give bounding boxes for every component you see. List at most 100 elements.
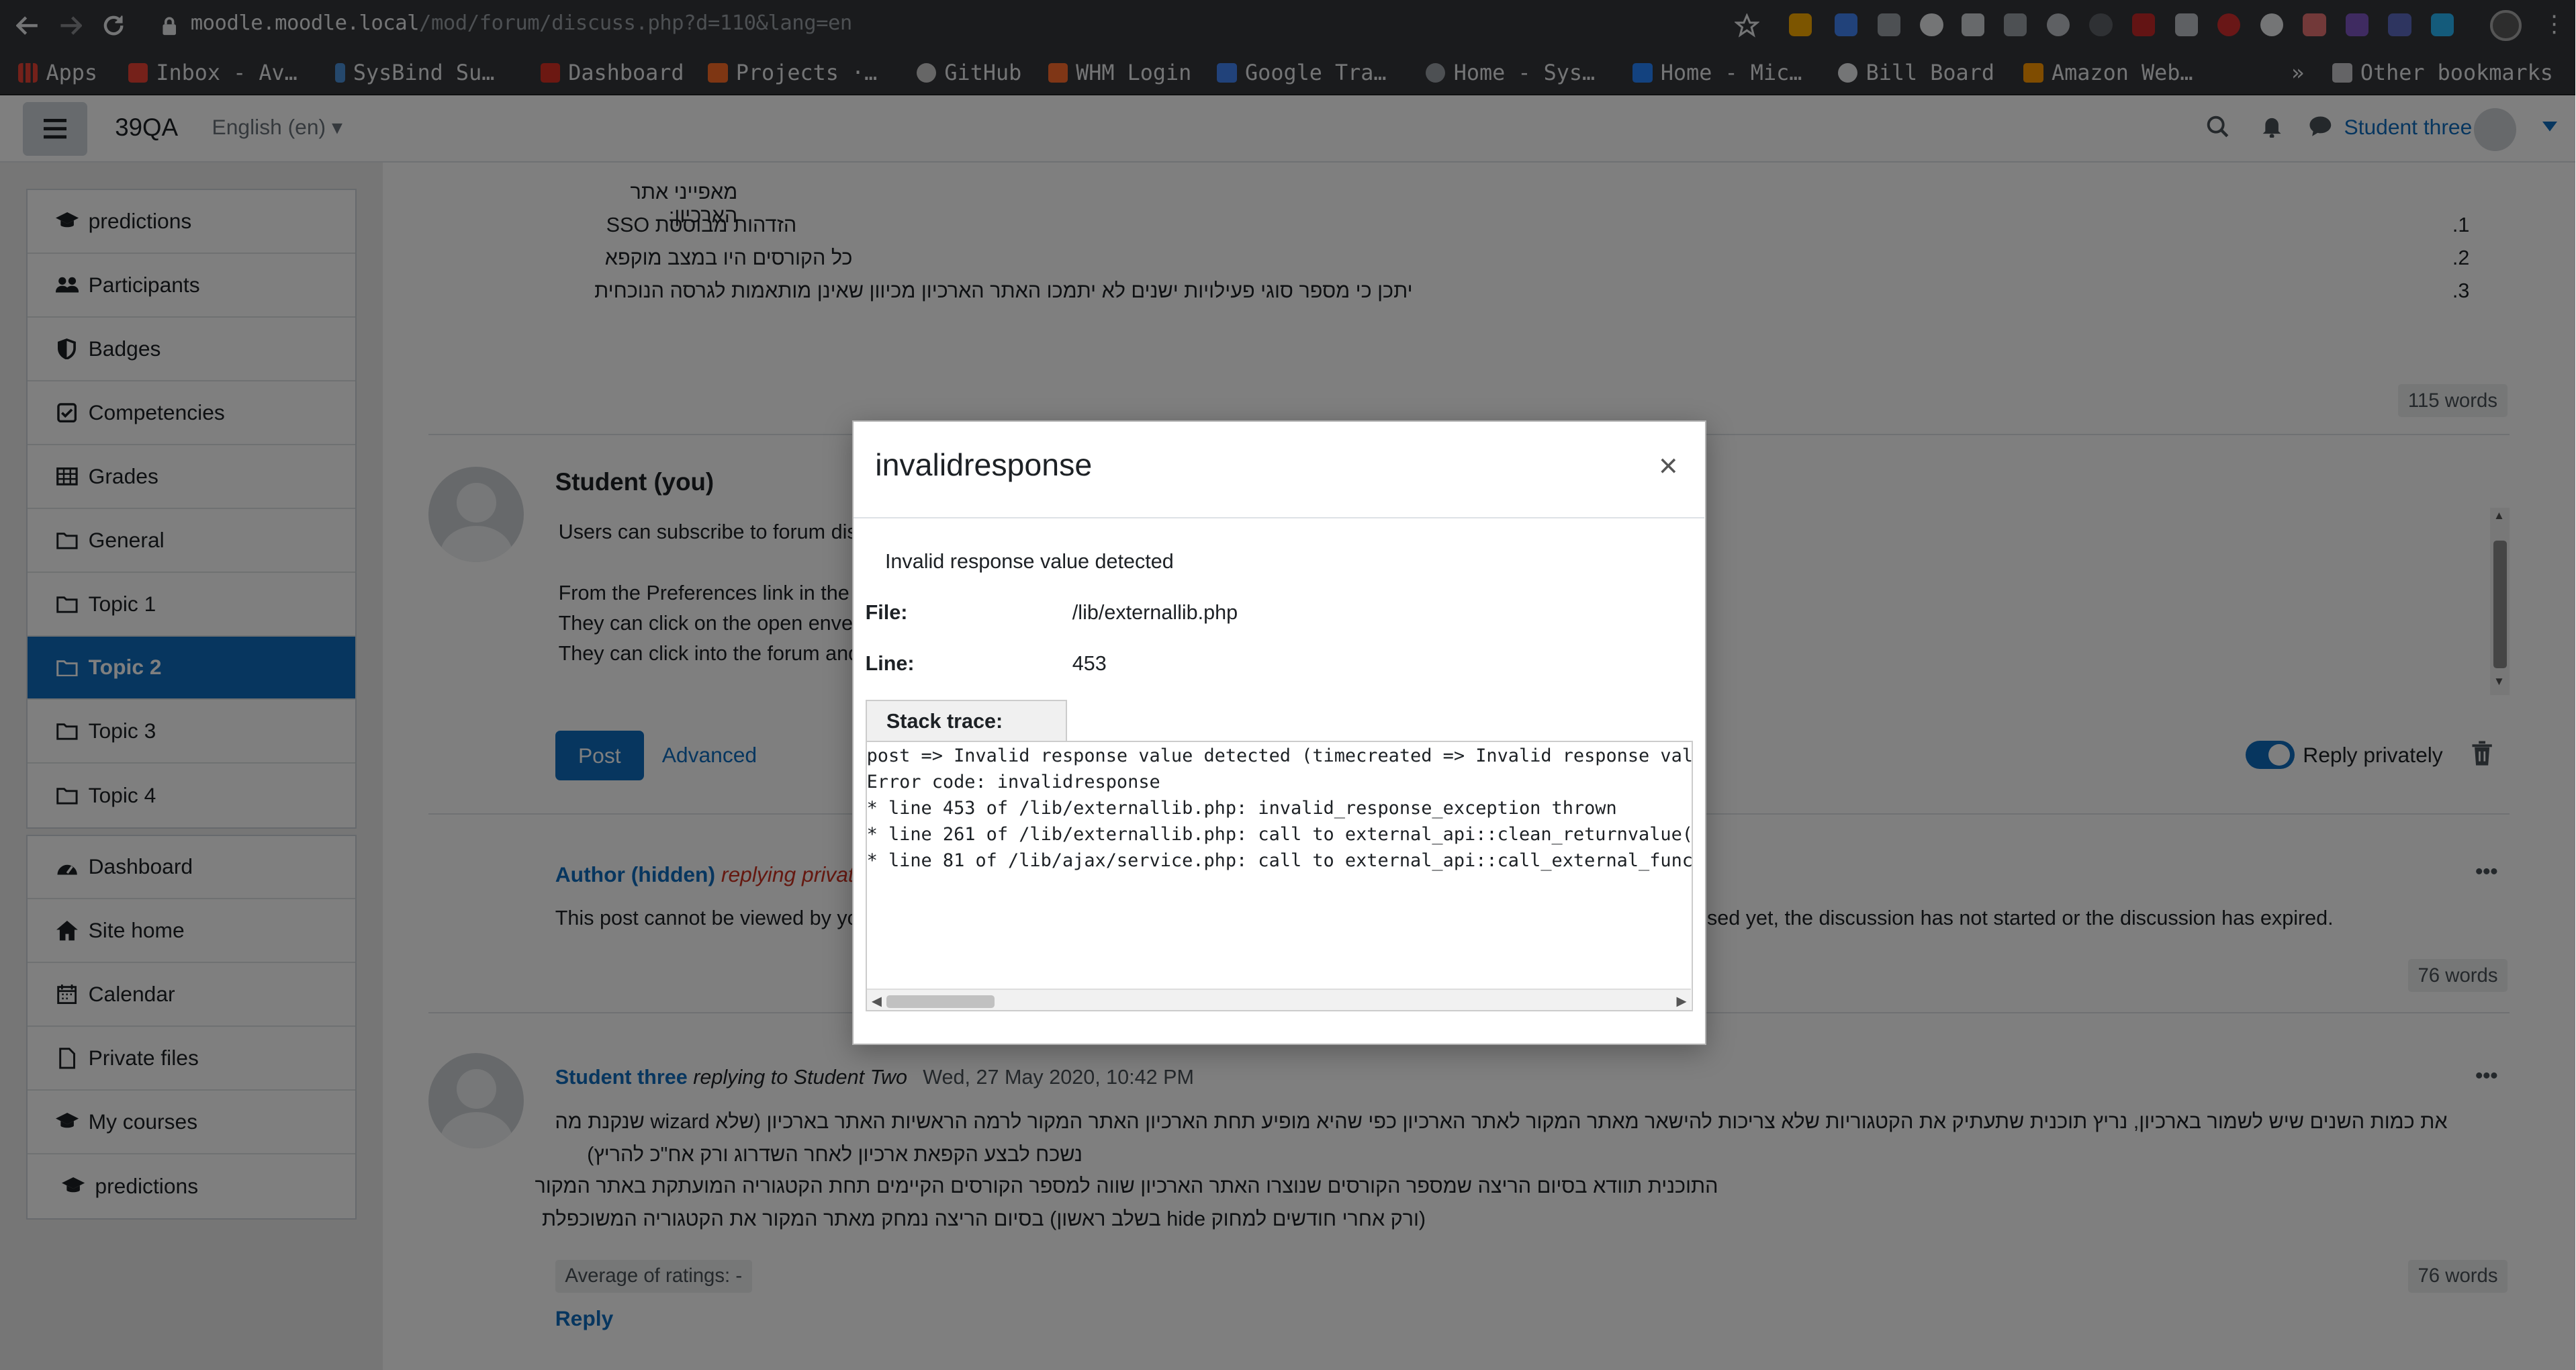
sidebar-item-participants[interactable]: Participants [28, 254, 355, 318]
scroll-left-arrow-icon[interactable]: ◀ [872, 993, 882, 1009]
sidebar-item-dashboard[interactable]: Dashboard [28, 836, 355, 900]
close-icon[interactable]: × [1659, 449, 1678, 483]
post-body-line: נשכח לבצע הקפאת ארכיון לאחר השדרוג ורק א… [587, 1143, 1083, 1167]
extension-icon[interactable] [1877, 13, 1900, 36]
stack-trace-box[interactable]: post => Invalid response value detected … [865, 740, 1694, 1012]
sidebar-item-private-files[interactable]: Private files [28, 1027, 355, 1091]
folder-icon [56, 656, 79, 679]
folder-icon [56, 784, 79, 807]
horizontal-scrollbar[interactable]: ◀ ▶ [866, 989, 1692, 1011]
extension-icon[interactable] [2089, 13, 2113, 36]
sidebar-item-topic-1[interactable]: Topic 1 [28, 573, 355, 637]
folder-icon [56, 720, 79, 743]
extension-icon[interactable] [2260, 13, 2283, 36]
editor-scrollbar[interactable]: ▲ ▼ [2490, 507, 2510, 695]
extension-icon[interactable] [2217, 13, 2241, 36]
bookmark-item[interactable]: Inbox - Av… [128, 59, 297, 87]
gmail-icon [128, 63, 148, 83]
reply-privately-label: Reply privately [2303, 742, 2443, 767]
extension-icon[interactable] [2131, 13, 2156, 36]
bookmark-item[interactable]: SysBind Su… [334, 59, 494, 87]
drawer-toggle-button[interactable] [23, 101, 87, 156]
extension-icon[interactable] [2431, 13, 2454, 36]
trash-icon[interactable] [2471, 741, 2493, 767]
bookmark-item[interactable]: GitHub [916, 59, 1021, 87]
user-menu-name[interactable]: Student three [2344, 115, 2472, 140]
site-name[interactable]: 39QA [115, 113, 178, 142]
extension-icon[interactable] [2004, 13, 2027, 36]
lock-icon[interactable] [161, 16, 177, 36]
bookmark-item[interactable]: Dashboard [540, 59, 684, 87]
scroll-right-arrow-icon[interactable]: ▶ [1676, 993, 1686, 1009]
browser-menu-icon[interactable]: ⋮ [2542, 11, 2565, 38]
sidebar-item-topic-2[interactable]: Topic 2 [28, 636, 355, 700]
bookmark-item[interactable]: Google Tra… [1217, 59, 1387, 87]
bookmarks-bar: Apps Inbox - Av… SysBind Su… Dashboard P… [0, 50, 2576, 95]
bookmark-item[interactable]: Home - Mic… [1632, 59, 1802, 87]
sysbind-icon [334, 63, 345, 83]
post-author-link[interactable]: Author (hidden) [555, 862, 715, 886]
bookmark-apps[interactable]: Apps [17, 59, 97, 87]
bookmark-item[interactable]: Bill Board [1838, 59, 1994, 87]
extension-icon[interactable] [2388, 13, 2411, 36]
back-icon[interactable] [7, 0, 50, 51]
post-actions-menu-icon[interactable]: ••• [2475, 859, 2497, 884]
other-bookmarks-folder[interactable]: Other bookmarks [2332, 59, 2553, 87]
bookmark-item[interactable]: WHM Login [1048, 59, 1191, 87]
post-button[interactable]: Post [555, 731, 644, 780]
caret-down-icon[interactable] [2542, 122, 2558, 132]
forward-icon[interactable] [49, 0, 92, 51]
extension-icon[interactable] [2174, 13, 2198, 36]
extension-icon[interactable] [1835, 13, 1858, 36]
extension-icon[interactable] [1920, 13, 1943, 36]
sidebar-item-site-home[interactable]: Site home [28, 899, 355, 964]
extension-icon[interactable] [2345, 13, 2369, 36]
bell-icon[interactable] [2260, 115, 2283, 138]
cpanel-icon [1048, 63, 1068, 83]
word-count: 76 words [2407, 959, 2508, 993]
check-square-icon [56, 401, 79, 424]
extension-icon[interactable] [2046, 13, 2070, 36]
scrollbar-thumb[interactable] [2493, 540, 2507, 669]
sidebar-item-general[interactable]: General [28, 509, 355, 573]
bookmark-star-icon[interactable] [1734, 13, 1759, 38]
user-avatar[interactable] [2473, 108, 2517, 152]
advanced-link[interactable]: Advanced [662, 743, 757, 768]
address-bar[interactable]: moodle.moodle.local/mod/forum/discuss.ph… [191, 11, 853, 35]
bookmark-item[interactable]: Home - Sys… [1426, 59, 1595, 87]
sidebar-item-topic-3[interactable]: Topic 3 [28, 700, 355, 764]
more-bookmarks-button[interactable]: » [2291, 59, 2304, 87]
sidebar-item-competencies[interactable]: Competencies [28, 381, 355, 445]
sidebar-item-badges[interactable]: Badges [28, 318, 355, 381]
messages-icon[interactable] [2308, 115, 2333, 138]
browser-profile-avatar[interactable] [2490, 9, 2522, 42]
stack-trace-tab[interactable]: Stack trace: [865, 699, 1068, 743]
sidebar-item-calendar[interactable]: Calendar [28, 963, 355, 1028]
scrollbar-thumb[interactable] [886, 995, 995, 1009]
folder-icon [2332, 63, 2352, 83]
extension-icon[interactable] [1961, 13, 1984, 36]
reply-privately-toggle[interactable] [2245, 741, 2295, 769]
search-icon[interactable] [2206, 115, 2229, 138]
extension-icon[interactable] [1788, 13, 1812, 36]
post-author-link[interactable]: Student three [555, 1066, 688, 1089]
scroll-down-arrow-icon[interactable]: ▼ [2493, 675, 2505, 688]
post-body-line: התוכנית תוודא בסיום הריצה שמספר הקורסים … [535, 1174, 1718, 1197]
word-count: 115 words [2398, 384, 2508, 417]
bookmark-item[interactable]: Amazon Web… [2023, 59, 2193, 87]
language-menu[interactable]: English (en) ▾ [212, 115, 342, 140]
bookmark-item[interactable]: Projects ·… [708, 59, 877, 87]
sidebar-item-my-courses[interactable]: My courses [28, 1091, 355, 1154]
scroll-up-arrow-icon[interactable]: ▲ [2493, 509, 2505, 522]
sidebar-item-grades[interactable]: Grades [28, 445, 355, 509]
sidebar-item-predictions[interactable]: predictions [28, 190, 355, 255]
extension-icon[interactable] [2303, 13, 2326, 36]
reload-icon[interactable] [92, 0, 135, 51]
post-header: Student three replying to Student Two We… [555, 1066, 1194, 1089]
sidebar-item-predictions-course[interactable]: predictions [28, 1154, 355, 1218]
graduation-cap-icon [55, 210, 79, 233]
post-actions-menu-icon[interactable]: ••• [2475, 1063, 2497, 1088]
home-icon [56, 919, 79, 942]
sidebar-item-topic-4[interactable]: Topic 4 [28, 764, 355, 827]
reply-link[interactable]: Reply [555, 1306, 614, 1331]
